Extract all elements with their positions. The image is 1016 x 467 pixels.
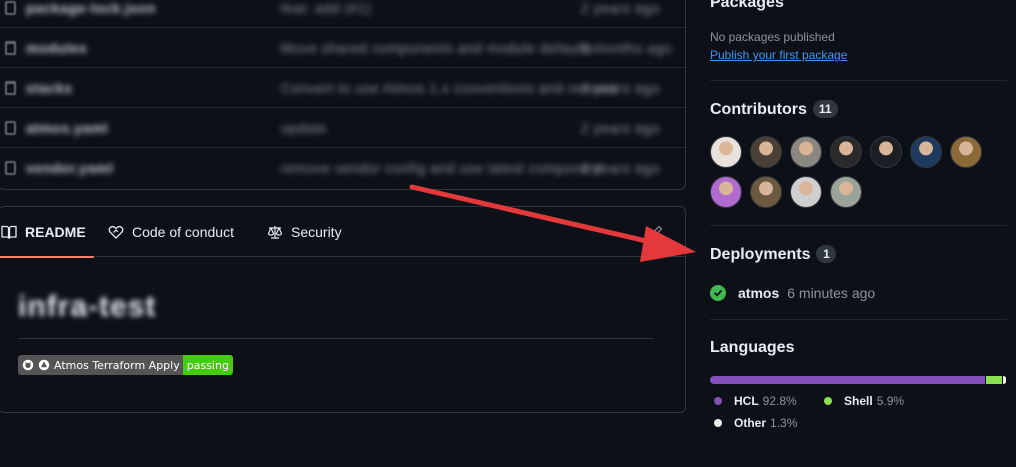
file-row[interactable]: atmos.yaml update 2 years ago xyxy=(0,108,685,148)
deployments-heading[interactable]: Deployments 1 xyxy=(710,245,837,264)
contributor-avatar[interactable] xyxy=(910,136,942,168)
divider xyxy=(710,80,1007,81)
badge-label-section: Atmos Terraform Apply xyxy=(18,355,183,375)
file-name[interactable]: atmos.yaml xyxy=(26,120,108,136)
heart-icon xyxy=(108,225,124,239)
language-bar-segment xyxy=(985,376,1003,384)
divider xyxy=(18,338,654,339)
file-name[interactable]: modules xyxy=(26,40,87,56)
contributor-avatar[interactable] xyxy=(950,136,982,168)
badge-label: Atmos Terraform Apply xyxy=(54,358,180,372)
file-row[interactable]: vendor.yaml remove vendor config and use… xyxy=(0,148,685,188)
language-dot xyxy=(824,397,832,405)
deployments-count: 1 xyxy=(816,245,837,263)
commit-time: 2 years ago xyxy=(581,0,660,16)
file-row[interactable]: stacks Convert to use Atmos 1.x conventi… xyxy=(0,68,685,108)
language-item-hcl[interactable]: HCL 92.8% xyxy=(714,394,797,408)
folder-icon xyxy=(5,41,16,55)
check-circle-icon xyxy=(710,285,726,301)
tab-readme[interactable]: README xyxy=(0,207,94,258)
file-icon xyxy=(5,1,16,15)
workflow-status-badge[interactable]: Atmos Terraform Apply passing xyxy=(18,355,233,375)
deployment-name[interactable]: atmos xyxy=(738,285,779,301)
language-dot xyxy=(714,397,722,405)
contributor-avatar[interactable] xyxy=(870,136,902,168)
language-name: Shell xyxy=(844,394,873,408)
commit-message[interactable]: remove vendor config and use latest comp… xyxy=(281,160,602,176)
commit-time: 2 years ago xyxy=(581,80,660,96)
law-icon xyxy=(267,226,283,239)
contributor-avatar[interactable] xyxy=(790,176,822,208)
deployment-time: 6 minutes ago xyxy=(787,285,876,301)
contributor-avatar[interactable] xyxy=(710,136,742,168)
contributor-avatar[interactable] xyxy=(710,176,742,208)
file-icon xyxy=(5,121,16,135)
packages-heading[interactable]: Packages xyxy=(710,0,784,12)
tab-label: Security xyxy=(291,224,342,240)
language-bar-segment xyxy=(710,376,985,384)
deployment-item[interactable]: atmos 6 minutes ago xyxy=(710,284,875,302)
language-percent: 5.9% xyxy=(876,394,905,408)
languages-heading: Languages xyxy=(710,339,795,356)
contributor-avatar[interactable] xyxy=(750,176,782,208)
file-row[interactable]: modules Move shared components and modul… xyxy=(0,28,685,68)
file-row[interactable]: package-lock.json feat: add (#1) 2 years… xyxy=(0,0,685,28)
divider xyxy=(710,225,1007,226)
file-icon xyxy=(5,161,16,175)
github-icon xyxy=(22,359,34,371)
badge-status: passing xyxy=(186,358,229,372)
file-list: package-lock.json feat: add (#1) 2 years… xyxy=(0,0,686,190)
language-name: HCL xyxy=(734,394,759,408)
atmos-icon xyxy=(38,359,50,371)
contributor-avatar[interactable] xyxy=(790,136,822,168)
divider xyxy=(710,319,1007,320)
tab-security[interactable]: Security xyxy=(267,207,342,257)
readme-tabs: README Code of conduct Security xyxy=(0,207,685,258)
commit-message[interactable]: update xyxy=(281,120,327,136)
publish-package-link[interactable]: Publish your first package xyxy=(710,48,847,62)
language-dot xyxy=(714,419,722,427)
commit-time: 3 months ago xyxy=(581,40,672,56)
deployments-title: Deployments xyxy=(710,246,811,263)
language-bar-segment xyxy=(1003,376,1006,384)
language-percent: 1.3% xyxy=(770,416,798,430)
file-name[interactable]: stacks xyxy=(26,80,73,96)
badge-status-section: passing xyxy=(182,355,233,375)
commit-message[interactable]: Move shared components and module defaul… xyxy=(281,40,593,56)
languages-bar xyxy=(710,376,1007,384)
packages-empty-text: No packages published xyxy=(710,30,835,44)
contributors-title: Contributors xyxy=(710,101,807,118)
file-name[interactable]: package-lock.json xyxy=(26,0,156,16)
pencil-icon[interactable] xyxy=(648,224,664,240)
contributors-heading[interactable]: Contributors 11 xyxy=(710,100,838,119)
language-name: Other xyxy=(734,416,767,430)
language-item-shell[interactable]: Shell 5.9% xyxy=(824,394,904,408)
contributor-avatar[interactable] xyxy=(830,176,862,208)
commit-time: 2 years ago xyxy=(581,160,660,176)
contributors-count: 11 xyxy=(812,100,838,118)
commit-message[interactable]: feat: add (#1) xyxy=(281,0,371,16)
language-percent: 92.8% xyxy=(762,394,797,408)
commit-message[interactable]: Convert to use Atmos 1.x conventions and… xyxy=(281,80,617,96)
contributor-avatar[interactable] xyxy=(830,136,862,168)
tab-label: README xyxy=(25,224,86,240)
readme-heading: infra-test xyxy=(18,290,157,323)
file-name[interactable]: vendor.yaml xyxy=(26,160,113,176)
tab-code-of-conduct[interactable]: Code of conduct xyxy=(108,207,234,257)
language-item-other[interactable]: Other 1.3% xyxy=(714,416,797,430)
book-icon xyxy=(1,225,17,239)
folder-icon xyxy=(5,81,16,95)
contributor-avatar[interactable] xyxy=(750,136,782,168)
commit-time: 2 years ago xyxy=(581,120,660,136)
tab-label: Code of conduct xyxy=(132,224,234,240)
